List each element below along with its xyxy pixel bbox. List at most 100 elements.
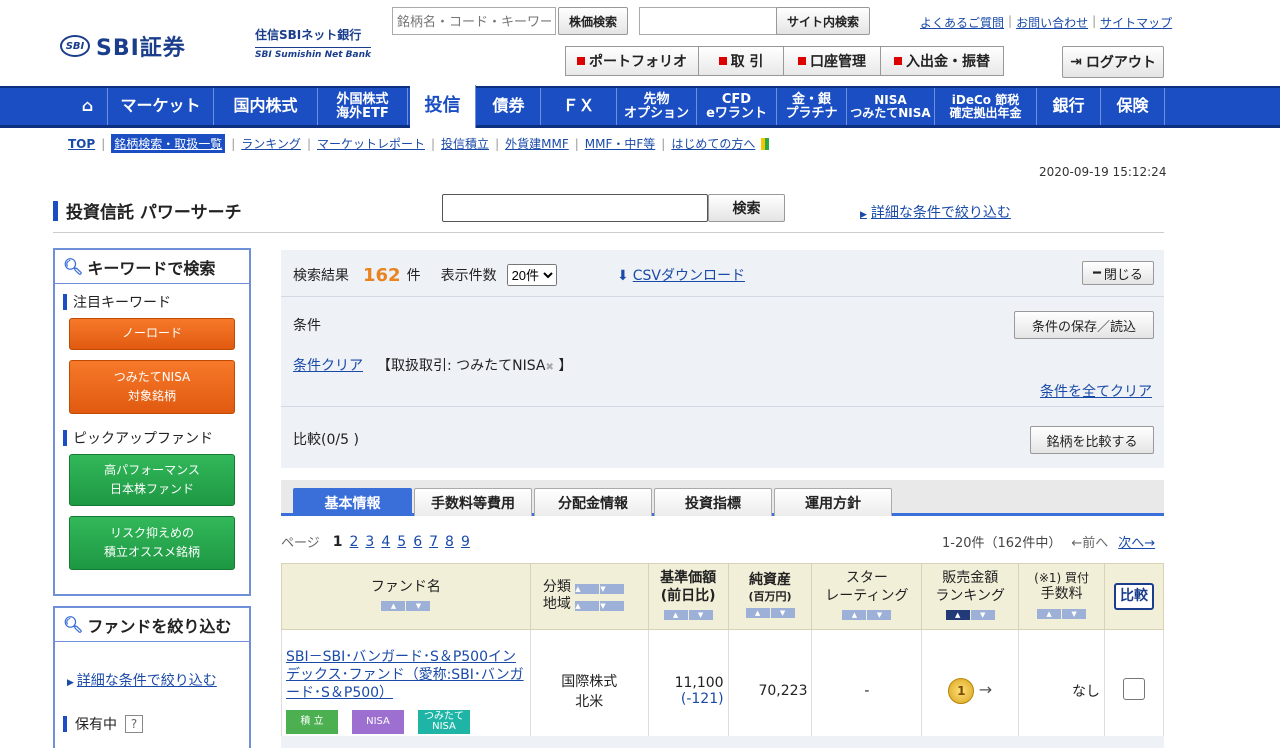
subnav-accumulation[interactable]: 投信積立	[441, 135, 489, 152]
condition-tags: 条件クリア 【取扱取引: つみたてNISA✖ 】	[293, 355, 572, 375]
col-star-rating: スター レーティング ▲ ▼	[811, 563, 923, 630]
sitemap-link[interactable]: サイトマップ	[1100, 14, 1172, 31]
col-compare: 比較	[1104, 563, 1164, 630]
page-5[interactable]: 5	[397, 534, 406, 550]
faq-link[interactable]: よくあるご質問	[920, 14, 1004, 31]
nav-fx[interactable]: ＦＸ	[541, 88, 617, 125]
sort-buttons[interactable]: ▲ ▼	[745, 608, 795, 619]
page-7[interactable]: 7	[429, 534, 438, 550]
nav-futures[interactable]: 先物 オプション	[617, 88, 697, 125]
next-page-link[interactable]: 次へ→	[1118, 532, 1155, 551]
sort-buttons[interactable]: ▲ ▼	[575, 583, 625, 594]
nav-domestic-stock[interactable]: 国内株式	[214, 88, 318, 125]
nav-bonds[interactable]: 債券	[477, 88, 541, 125]
minus-icon: ━	[1093, 265, 1101, 281]
page-9[interactable]: 9	[461, 534, 470, 550]
logout-icon: ⇥	[1070, 54, 1082, 70]
compare-checkbox[interactable]	[1123, 677, 1146, 700]
subnav-market-report[interactable]: マーケットレポート	[317, 135, 425, 152]
subnav-top[interactable]: TOP	[68, 137, 95, 151]
home-icon[interactable]: ⌂	[68, 88, 108, 125]
compare-funds-button[interactable]: 銘柄を比較する	[1030, 426, 1154, 454]
page-3[interactable]: 3	[365, 534, 374, 550]
site-search-input[interactable]	[639, 7, 777, 35]
timestamp: 2020-09-19 15:12:24	[1039, 165, 1167, 179]
nav-nisa[interactable]: NISA つみたてNISA	[847, 88, 935, 125]
stock-search-input[interactable]	[392, 7, 556, 35]
result-count: 162	[363, 264, 401, 286]
subnav-fund-search[interactable]: 銘柄検索・取扱一覧	[111, 134, 226, 153]
nav-market[interactable]: マーケット	[108, 88, 214, 125]
trade-button[interactable]: 取 引	[698, 46, 784, 76]
contact-link[interactable]: お問い合わせ	[1016, 14, 1088, 31]
fee-cell: なし	[1018, 628, 1106, 748]
subnav-ranking[interactable]: ランキング	[241, 135, 301, 152]
nav-gold[interactable]: 金・銀 プラチナ	[777, 88, 847, 125]
subnav-foreign-mmf[interactable]: 外貨建MMF	[505, 135, 569, 152]
tab-indicators[interactable]: 投資指標	[654, 488, 772, 516]
tab-fees[interactable]: 手数料等費用	[414, 488, 532, 516]
sort-buttons[interactable]: ▲ ▼	[575, 601, 625, 612]
subnav-mmf[interactable]: MMF・中F等	[585, 135, 656, 152]
keyword-search-panel: 🔍︎ キーワードで検索 注目キーワード ノーロード つみたてNISA 対象銘柄 …	[53, 248, 251, 596]
portfolio-button[interactable]: ポートフォリオ	[565, 46, 699, 76]
fund-search-input[interactable]	[442, 194, 708, 222]
tsumitate-nisa-button[interactable]: つみたてNISA 対象銘柄	[69, 360, 235, 414]
high-performance-fund-button[interactable]: 高パフォーマンス 日本株ファンド	[69, 454, 235, 506]
compare-header-button[interactable]: 比較	[1114, 582, 1155, 611]
per-page-select[interactable]: 20件	[506, 264, 557, 286]
tab-distribution[interactable]: 分配金情報	[534, 488, 652, 516]
holding-filter: 保有中 ?	[55, 714, 249, 734]
fund-name-link[interactable]: SBI－SBI･バンガード･S＆P500インデックス･ファンド（愛称:SBI･バ…	[286, 648, 526, 703]
page-1[interactable]: 1	[333, 534, 343, 550]
red-square-icon	[718, 57, 727, 65]
stock-search-button[interactable]: 株価検索	[558, 7, 628, 35]
gold-medal-icon: 1	[948, 677, 975, 704]
badge-nisa: NISA	[352, 710, 404, 735]
star-rating-cell: -	[811, 628, 923, 748]
detail-filter-link[interactable]: ▶ 詳細な条件で絞り込む	[860, 202, 1011, 222]
sort-buttons[interactable]: ▲ ▼	[381, 601, 431, 612]
site-search-button[interactable]: サイト内検索	[776, 7, 870, 35]
close-conditions-button[interactable]: ━ 閉じる	[1082, 261, 1154, 285]
fund-filter-heading: 🔍︎ ファンドを絞り込む	[55, 608, 249, 642]
nav-cfd[interactable]: CFD eワラント	[697, 88, 777, 125]
tab-policy[interactable]: 運用方針	[774, 488, 892, 516]
account-button[interactable]: 口座管理	[783, 46, 881, 76]
main-nav: ⌂ マーケット 国内株式 外国株式 海外ETF 投信 債券 ＦＸ 先物 オプショ…	[0, 85, 1280, 128]
nav-foreign-stock[interactable]: 外国株式 海外ETF	[318, 88, 408, 125]
bank-logo[interactable]: 住信SBIネット銀行 SBI Sumishin Net Bank	[255, 26, 371, 60]
search-icon: 🔍︎	[63, 257, 84, 276]
tab-basic-info[interactable]: 基本情報	[293, 488, 412, 516]
deposit-transfer-button[interactable]: 入出金・振替	[880, 46, 1004, 76]
remove-tag-icon[interactable]: ✖	[546, 362, 554, 373]
sbi-logo[interactable]: SBI SBI証券	[60, 30, 186, 62]
subnav-beginners[interactable]: はじめての方へ	[671, 135, 755, 152]
sort-buttons[interactable]: ▲ ▼	[1037, 608, 1087, 619]
divider	[281, 406, 1164, 407]
nav-insurance[interactable]: 保険	[1101, 88, 1165, 125]
ranking-cell: 1 →	[921, 628, 1020, 748]
left-detail-filter-link[interactable]: 詳細な条件で絞り込む	[77, 673, 217, 689]
sort-buttons[interactable]: ▲ ▼	[663, 610, 713, 621]
nav-ideco[interactable]: iDeCo 節税 確定拠出年金	[935, 88, 1037, 125]
page-2[interactable]: 2	[350, 534, 359, 550]
clear-conditions-link[interactable]: 条件クリア	[293, 355, 363, 375]
save-load-conditions-button[interactable]: 条件の保存／読込	[1014, 311, 1154, 339]
sort-buttons[interactable]: ▲ ▼	[945, 610, 995, 621]
nav-investment-trust[interactable]: 投信	[410, 85, 476, 128]
sort-buttons[interactable]: ▲ ▼	[842, 610, 892, 621]
page-6[interactable]: 6	[413, 534, 422, 550]
nav-bank[interactable]: 銀行	[1037, 88, 1101, 125]
page-8[interactable]: 8	[445, 534, 454, 550]
fund-search-button[interactable]: 検索	[708, 194, 785, 222]
badge-tsumitate: 積 立	[286, 710, 338, 735]
clear-all-conditions-link[interactable]: 条件を全てクリア	[1040, 381, 1152, 401]
help-icon[interactable]: ?	[125, 715, 143, 733]
col-sales-ranking: 販売金額 ランキング ▲ ▼	[921, 563, 1020, 630]
page-4[interactable]: 4	[381, 534, 390, 550]
low-risk-fund-button[interactable]: リスク抑えめの 積立オススメ銘柄	[69, 516, 235, 570]
csv-download-link[interactable]: ⬇ CSVダウンロード	[617, 265, 745, 285]
logout-button[interactable]: ⇥ ログアウト	[1062, 46, 1164, 78]
no-load-button[interactable]: ノーロード	[69, 318, 235, 350]
